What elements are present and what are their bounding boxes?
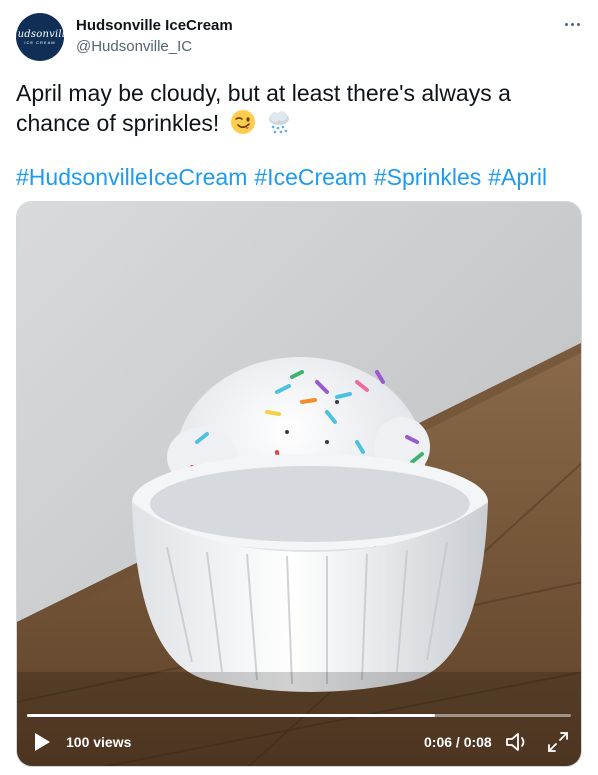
tweet-text-line-1: April may be cloudy, but at least there'…: [16, 80, 511, 106]
wink-emoji-icon: [230, 110, 255, 134]
tweet-card: Hudsonville ICE CREAM Hudsonville IceCre…: [0, 0, 598, 775]
avatar-logo-text: Hudsonville: [8, 28, 72, 40]
hashtags: #HudsonvilleIceCream #IceCream #Sprinkles #…: [16, 162, 554, 192]
video-controls: 100 views 0:06 / 0:08: [17, 718, 581, 766]
fullscreen-icon[interactable]: [546, 730, 570, 754]
more-icon[interactable]: [560, 14, 584, 34]
tweet-text: April may be cloudy, but at least there'…: [16, 78, 576, 138]
video-progress-fill: [27, 714, 435, 717]
view-count: 100 views: [66, 734, 132, 750]
hashtag-link[interactable]: #HudsonvilleIceCream: [16, 164, 247, 190]
avatar-logo-subtext: ICE CREAM: [24, 39, 56, 45]
cloud-rain-emoji-icon: [269, 111, 290, 134]
hashtag-link[interactable]: #April: [488, 164, 547, 190]
video-frame-image: [17, 202, 581, 766]
hashtag-link[interactable]: #Sprinkles: [374, 164, 481, 190]
tweet-text-line-2: chance of sprinkles!: [16, 110, 220, 136]
video-player[interactable]: 100 views 0:06 / 0:08: [16, 201, 582, 767]
account-handle[interactable]: @Hudsonville_IC: [76, 37, 192, 57]
video-time: 0:06 / 0:08: [424, 734, 492, 750]
display-name[interactable]: Hudsonville IceCream: [76, 16, 233, 36]
volume-icon[interactable]: [504, 730, 530, 754]
avatar[interactable]: Hudsonville ICE CREAM: [9, 13, 71, 61]
play-icon[interactable]: [33, 732, 51, 752]
video-progress-bar[interactable]: [27, 714, 571, 717]
hashtag-link[interactable]: #IceCream: [254, 164, 366, 190]
